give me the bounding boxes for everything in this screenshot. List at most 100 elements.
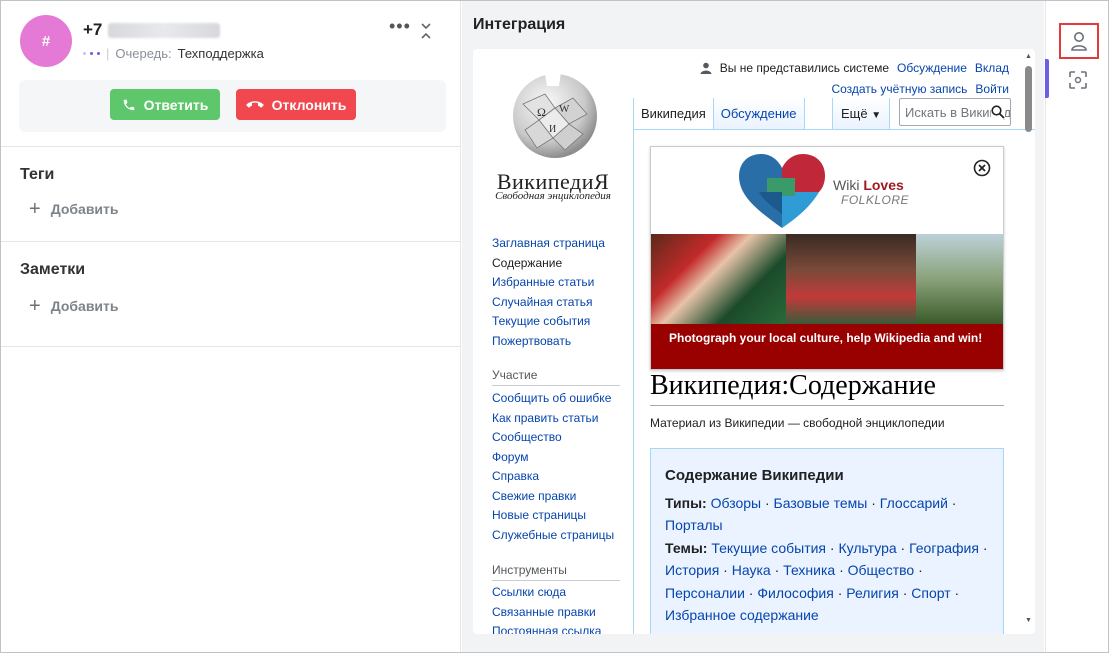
toc-link[interactable]: География xyxy=(909,540,979,556)
plus-icon: + xyxy=(29,295,41,317)
nav-link[interactable]: Случайная статья xyxy=(492,293,605,313)
toc-link[interactable]: Философия xyxy=(757,585,833,601)
integration-title: Интеграция xyxy=(473,16,566,33)
nav-link[interactable]: Содержание xyxy=(492,254,605,274)
nav-tools-title: Инструменты xyxy=(492,563,620,581)
toc-link[interactable]: Религия xyxy=(846,585,899,601)
types-label: Типы: xyxy=(665,494,707,511)
nav-link[interactable]: Сообщить об ошибке xyxy=(492,389,614,409)
contributions-link[interactable]: Вклад xyxy=(975,61,1009,75)
wikipedia-tagline: Свободная энциклопедия xyxy=(495,190,611,202)
wikipedia-frame[interactable]: Ω W И ВикипедиЯ Свободная энциклопедия З… xyxy=(473,49,1035,634)
toc-link[interactable]: Культура xyxy=(838,540,896,556)
toc-link[interactable]: История xyxy=(665,562,719,578)
talk-link[interactable]: Обсуждение xyxy=(897,61,967,75)
notes-title: Заметки xyxy=(20,261,86,278)
call-panel: # +7 | Очередь: Техподдержка ••• Ответит… xyxy=(1,1,461,652)
wiki-search-input[interactable]: Искать в Википедии xyxy=(899,98,1011,126)
photo xyxy=(916,234,1003,324)
contents-title: Содержание Википедии xyxy=(665,467,844,484)
more-options-icon[interactable]: ••• xyxy=(389,17,411,35)
more-dropdown[interactable]: Ещё ▼ xyxy=(832,98,891,129)
scrollbar-thumb[interactable] xyxy=(1025,66,1032,132)
decline-button[interactable]: Отклонить xyxy=(236,89,356,120)
heart-puzzle-logo xyxy=(739,154,825,228)
nav-link[interactable]: Справка xyxy=(492,467,614,487)
topics-label: Темы: xyxy=(665,539,708,556)
add-note-label: Добавить xyxy=(50,298,119,314)
decline-label: Отклонить xyxy=(271,96,347,113)
phone-prefix: +7 xyxy=(83,20,103,39)
photo xyxy=(786,234,916,324)
nav-participation: Сообщить об ошибке Как править статьи Со… xyxy=(492,389,614,545)
banner-wiki: Wiki xyxy=(833,177,860,193)
nav-link[interactable]: Свежие правки xyxy=(492,487,614,507)
nav-link[interactable]: Ссылки сюда xyxy=(492,583,601,603)
right-rail xyxy=(1045,1,1108,652)
nav-link[interactable]: Новые страницы xyxy=(492,506,614,526)
banner-photos xyxy=(651,234,1003,324)
nav-link[interactable]: Связанные правки xyxy=(492,603,601,623)
toc-link[interactable]: Наука xyxy=(732,562,771,578)
nav-link[interactable]: Текущие события xyxy=(492,312,605,332)
toc-link[interactable]: Избранное содержание xyxy=(665,607,819,623)
close-icon[interactable] xyxy=(973,159,991,177)
queue-label: Очередь: xyxy=(115,46,172,61)
page-title: Википедия:Содержание xyxy=(650,370,1004,406)
nav-link[interactable]: Пожертвовать xyxy=(492,332,605,352)
wikipedia-logo[interactable]: Ω W И xyxy=(503,64,603,164)
scroll-up-icon[interactable]: ▲ xyxy=(1025,53,1033,60)
collapse-icon[interactable] xyxy=(419,21,433,41)
page-subtitle: Материал из Википедии — свободной энцикл… xyxy=(650,416,945,430)
search-icon[interactable] xyxy=(991,105,1005,119)
banner-loves: Loves xyxy=(863,177,904,193)
answer-button[interactable]: Ответить xyxy=(110,89,220,120)
scroll-down-icon[interactable]: ▼ xyxy=(1025,617,1033,624)
toc-link[interactable]: Общество xyxy=(848,562,915,578)
toc-link[interactable]: Базовые темы xyxy=(774,495,868,511)
toc-link[interactable]: Текущие события xyxy=(711,540,826,556)
tab-wikipedia[interactable]: Википедия xyxy=(633,98,714,129)
divider xyxy=(1,346,461,347)
nav-link[interactable]: Форум xyxy=(492,448,614,468)
svg-text:Ω: Ω xyxy=(537,105,546,119)
nav-link[interactable]: Избранные статьи xyxy=(492,273,605,293)
contact-button[interactable] xyxy=(1059,23,1099,59)
queue-value: Техподдержка xyxy=(177,46,264,61)
nav-link[interactable]: Сообщество xyxy=(492,428,614,448)
chevron-down-icon: ▼ xyxy=(871,110,882,121)
integration-panel: Интеграция Ω W И ВикипедиЯ Свободная энц… xyxy=(462,1,1044,652)
campaign-banner[interactable]: Wiki Loves FOLKLORE Photograph your loca… xyxy=(650,146,1004,370)
wiki-content: Wiki Loves FOLKLORE Photograph your loca… xyxy=(633,129,1035,634)
banner-message[interactable]: Photograph your local culture, help Wiki… xyxy=(651,324,1003,369)
tags-title: Теги xyxy=(20,166,55,183)
login-link[interactable]: Войти xyxy=(975,82,1009,96)
toc-link[interactable]: Порталы xyxy=(665,517,723,533)
add-tag-button[interactable]: + Добавить xyxy=(29,198,119,220)
banner-header: Wiki Loves FOLKLORE xyxy=(651,147,1003,233)
divider xyxy=(1,146,461,147)
toc-link[interactable]: Персоналии xyxy=(665,585,745,601)
plus-icon: + xyxy=(29,198,41,220)
phone-icon xyxy=(123,99,134,110)
wiki-userbar-2: Создать учётную запись Войти xyxy=(831,82,1009,96)
phone-number-redacted xyxy=(108,22,221,38)
nav-link[interactable]: Служебные страницы xyxy=(492,526,614,546)
caller-phone: +7 xyxy=(83,20,221,40)
toc-link[interactable]: Техника xyxy=(783,562,835,578)
nav-link[interactable]: Постоянная ссылка xyxy=(492,622,601,634)
scan-icon[interactable] xyxy=(1068,70,1088,90)
topics-row: Темы: Текущие события · Культура · Геогр… xyxy=(665,539,988,624)
scrollbar[interactable] xyxy=(1023,49,1035,634)
add-note-button[interactable]: + Добавить xyxy=(29,295,119,317)
tab-discussion[interactable]: Обсуждение xyxy=(713,98,805,129)
toc-link[interactable]: Обзоры xyxy=(711,495,762,511)
toc-link[interactable]: Спорт xyxy=(911,585,950,601)
user-icon xyxy=(700,62,712,74)
add-tag-label: Добавить xyxy=(50,201,119,217)
create-account-link[interactable]: Создать учётную запись xyxy=(831,82,967,96)
nav-link[interactable]: Как править статьи xyxy=(492,409,614,429)
nav-link[interactable]: Заглавная страница xyxy=(492,234,605,254)
active-indicator xyxy=(1045,59,1049,98)
toc-link[interactable]: Глоссарий xyxy=(880,495,948,511)
